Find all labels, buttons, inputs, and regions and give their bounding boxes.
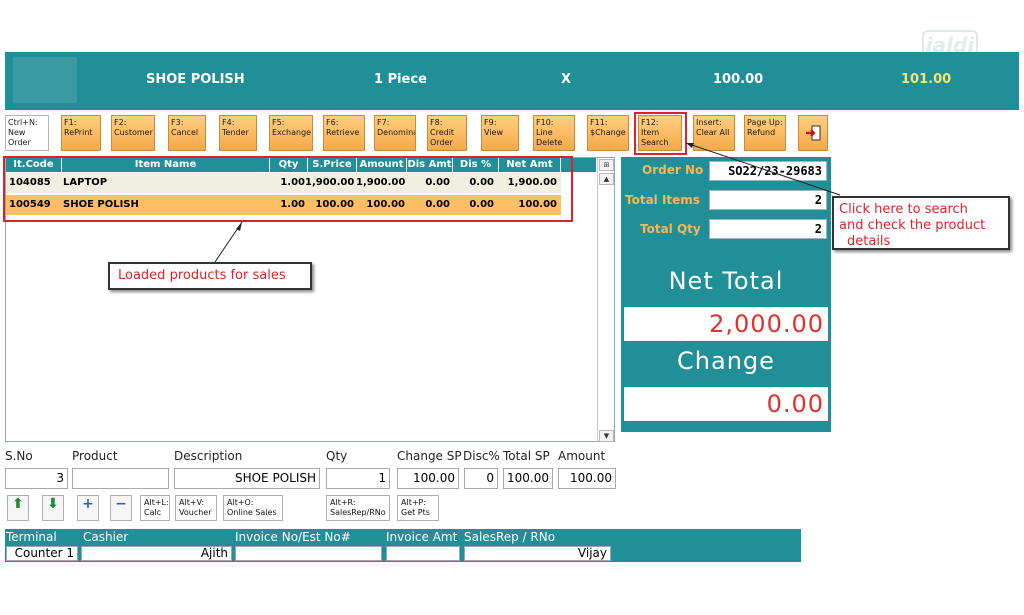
item-search-callout-line1: Click here to search [839, 202, 968, 217]
description-label: Description [174, 449, 243, 463]
sno-label: S.No [5, 449, 33, 463]
green-down-arrow-icon: ⬇ [47, 496, 59, 512]
change-sp-input[interactable]: 100.00 [397, 468, 459, 489]
salesrep-label: SalesRep / RNo [464, 530, 556, 544]
total-sp-label: Total SP [503, 449, 550, 463]
item-search-callout: Click here to search and check the produ… [832, 196, 1010, 250]
move-up-button[interactable]: ⬆ [7, 495, 29, 521]
calc-button[interactable]: Alt+L: Calc [140, 495, 170, 521]
get-points-button[interactable]: Alt+P: Get Pts [397, 495, 439, 521]
disc-input[interactable]: 0 [464, 468, 498, 489]
salesrep-field: Vijay [464, 546, 611, 561]
qty-label: Qty [326, 449, 348, 463]
amount-field: 100.00 [558, 468, 616, 489]
change-sp-label: Change SP [397, 449, 462, 463]
sno-field[interactable]: 3 [5, 468, 68, 489]
description-field[interactable]: SHOE POLISH [174, 468, 320, 489]
remove-line-button[interactable]: − [110, 495, 132, 521]
session-footer: Terminal Cashier Invoice No/Est No# Invo… [5, 529, 801, 562]
disc-label: Disc% [463, 449, 500, 463]
amount-label: Amount [558, 449, 606, 463]
total-sp-field: 100.00 [503, 468, 553, 489]
invoice-no-label: Invoice No/Est No# [235, 530, 351, 544]
product-label: Product [72, 449, 118, 463]
product-input[interactable] [72, 468, 169, 489]
qty-input[interactable]: 1 [326, 468, 390, 489]
loaded-products-callout: Loaded products for sales [108, 262, 312, 290]
item-search-callout-line3: details [847, 234, 891, 249]
terminal-field: Counter 1 [6, 546, 78, 561]
plus-icon: + [82, 496, 94, 512]
cashier-field: Ajith [81, 546, 232, 561]
salesrep-button[interactable]: Alt+R: SalesRep/RNo [326, 495, 390, 521]
invoice-no-field [235, 546, 382, 561]
invoice-amt-label: Invoice Amt [386, 530, 458, 544]
cashier-label: Cashier [83, 530, 129, 544]
annotation-arrows [214, 142, 841, 263]
add-line-button[interactable]: + [77, 495, 99, 521]
online-sales-button[interactable]: Alt+O: Online Sales [223, 495, 283, 521]
terminal-label: Terminal [6, 530, 57, 544]
voucher-button[interactable]: Alt+V: Voucher [175, 495, 217, 521]
item-search-callout-line2: and check the product [839, 218, 986, 233]
invoice-amt-field [386, 546, 460, 561]
move-down-button[interactable]: ⬇ [42, 495, 64, 521]
minus-icon: − [115, 496, 127, 512]
green-up-arrow-icon: ⬆ [12, 496, 24, 512]
